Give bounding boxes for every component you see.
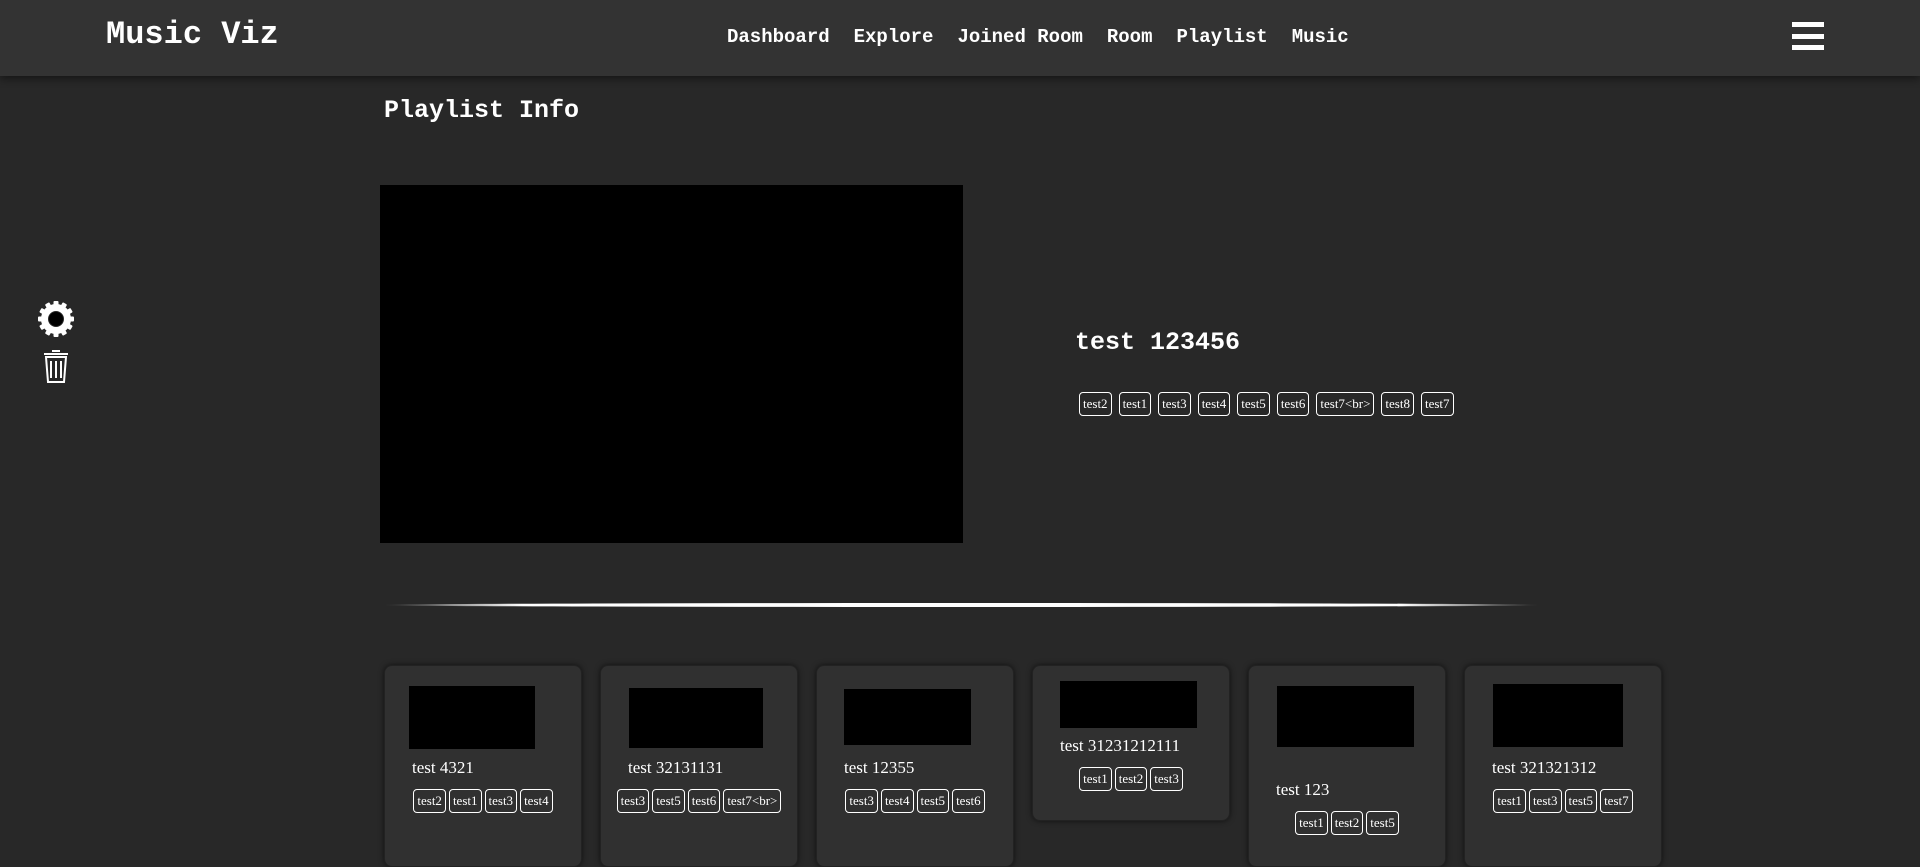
tag[interactable]: test1 (1079, 767, 1112, 791)
playlist-name: test 123456 (1075, 328, 1241, 357)
song-tags: test1 test2 test5 (1249, 811, 1445, 835)
gear-icon[interactable] (37, 300, 75, 338)
tag[interactable]: test5 (652, 789, 685, 813)
trash-icon[interactable] (42, 348, 70, 384)
song-tags: test1 test3 test5 test7 (1465, 789, 1661, 813)
hamburger-icon[interactable] (1792, 22, 1824, 50)
song-card[interactable]: test 32131131 test3 test5 test6 test7<br… (600, 665, 798, 867)
tag[interactable]: test6 (952, 789, 985, 813)
song-card[interactable]: test 4321 test2 test1 test3 test4 (384, 665, 582, 867)
navbar: Music Viz Dashboard Explore Joined Room … (0, 0, 1920, 76)
tag[interactable]: test1 (1493, 789, 1526, 813)
song-tags: test1 test2 test3 (1033, 767, 1229, 791)
song-card[interactable]: test 123 test1 test2 test5 (1248, 665, 1446, 867)
song-tags: test3 test5 test6 test7<br> (601, 789, 797, 813)
tag[interactable]: test1 (1295, 811, 1328, 835)
tag[interactable]: test6 (1276, 392, 1310, 416)
tag[interactable]: test4 (1197, 392, 1231, 416)
tag[interactable]: test5 (1366, 811, 1399, 835)
nav-link-dashboard[interactable]: Dashboard (727, 26, 830, 48)
song-card[interactable]: test 31231212111 test1 test2 test3 (1032, 665, 1230, 821)
song-thumbnail (629, 688, 763, 748)
song-card[interactable]: test 321321312 test1 test3 test5 test7 (1464, 665, 1662, 867)
tag[interactable]: test3 (1158, 392, 1191, 416)
page-title: Playlist Info (384, 96, 580, 125)
song-card[interactable]: test 12355 test3 test4 test5 test6 (816, 665, 1014, 867)
tag[interactable]: test3 (616, 789, 650, 813)
nav-link-music[interactable]: Music (1292, 26, 1349, 48)
song-title: test 123 (1276, 780, 1330, 799)
song-title: test 32131131 (628, 758, 724, 777)
song-title: test 321321312 (1492, 758, 1597, 777)
song-thumbnail (844, 689, 971, 745)
tag[interactable]: test1 (1118, 392, 1152, 416)
tag[interactable]: test3 (845, 789, 878, 813)
tag[interactable]: test2 (1330, 811, 1364, 835)
song-thumbnail (1060, 681, 1197, 728)
tag[interactable]: test4 (520, 789, 553, 813)
tag[interactable]: test2 (413, 789, 446, 813)
section-divider (384, 603, 1539, 607)
song-thumbnail (1277, 686, 1414, 747)
nav-link-room[interactable]: Room (1107, 26, 1153, 48)
tag[interactable]: test5 (916, 789, 950, 813)
tag[interactable]: test1 (448, 789, 482, 813)
video-player[interactable] (380, 185, 963, 543)
song-thumbnail (409, 686, 535, 749)
song-title: test 31231212111 (1060, 736, 1181, 755)
nav-link-playlist[interactable]: Playlist (1176, 26, 1267, 48)
song-title: test 12355 (844, 758, 915, 777)
tag[interactable]: test4 (880, 789, 914, 813)
tag[interactable]: test2 (1114, 767, 1148, 791)
song-tags: test3 test4 test5 test6 (817, 789, 1013, 813)
nav-link-explore[interactable]: Explore (854, 26, 934, 48)
tag[interactable]: test5 (1564, 789, 1598, 813)
song-thumbnail (1493, 684, 1623, 747)
tag[interactable]: test7<br> (1316, 392, 1375, 416)
tag[interactable]: test3 (1528, 789, 1562, 813)
tag[interactable]: test6 (687, 789, 721, 813)
tag[interactable]: test2 (1079, 392, 1112, 416)
tag[interactable]: test3 (484, 789, 518, 813)
song-tags: test2 test1 test3 test4 (385, 789, 581, 813)
tag[interactable]: test5 (1237, 392, 1270, 416)
playlist-tags: test2 test1 test3 test4 test5 test6 test… (1079, 392, 1454, 416)
song-title: test 4321 (412, 758, 474, 777)
tag[interactable]: test8 (1381, 392, 1414, 416)
tag[interactable]: test7<br> (723, 789, 782, 813)
nav-link-joined-room[interactable]: Joined Room (957, 26, 1082, 48)
nav-links: Dashboard Explore Joined Room Room Playl… (727, 26, 1349, 48)
tag[interactable]: test7 (1420, 392, 1454, 416)
tag[interactable]: test3 (1150, 767, 1183, 791)
brand-logo[interactable]: Music Viz (106, 16, 279, 53)
tag[interactable]: test7 (1600, 789, 1633, 813)
